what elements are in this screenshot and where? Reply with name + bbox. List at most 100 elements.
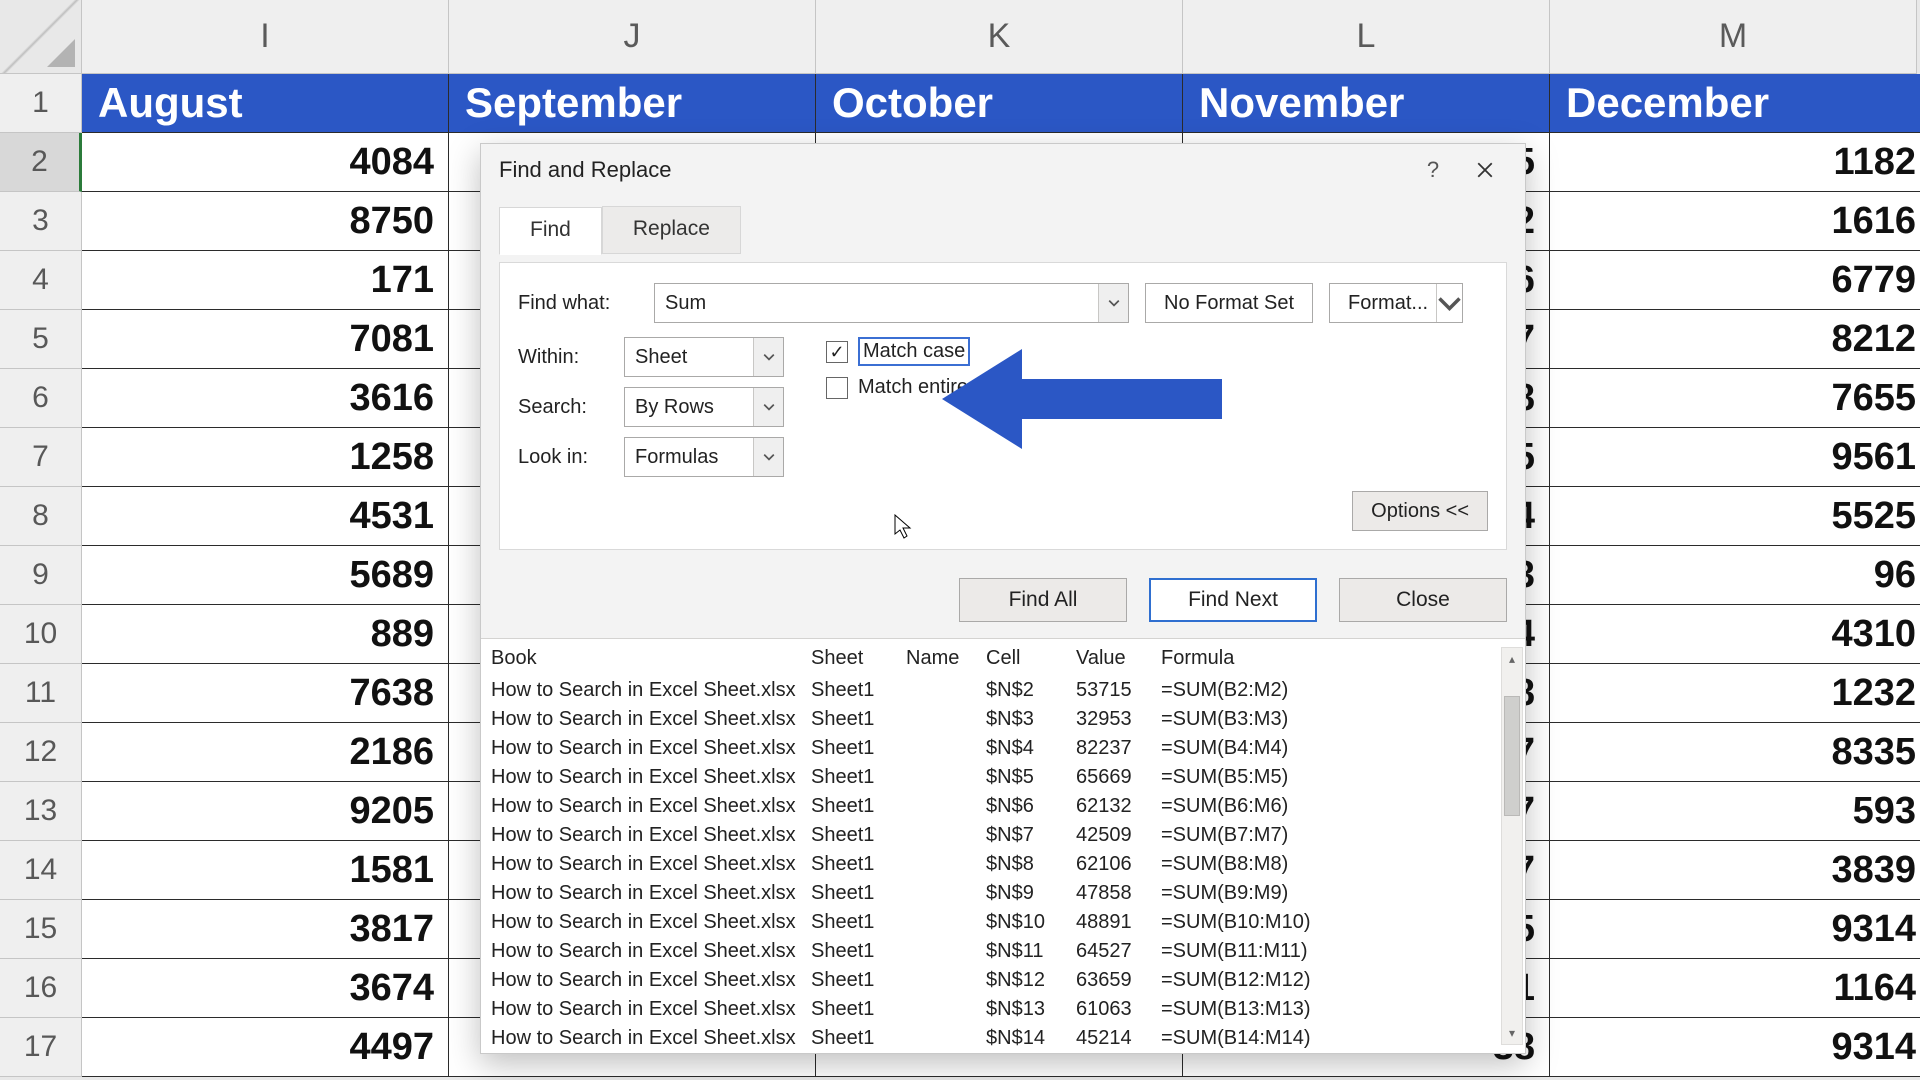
cell-M4[interactable]: 6779 bbox=[1550, 251, 1920, 310]
find-next-button[interactable]: Find Next bbox=[1149, 578, 1317, 622]
result-row[interactable]: How to Search in Excel Sheet.xlsxSheet1$… bbox=[481, 734, 1525, 763]
result-row[interactable]: How to Search in Excel Sheet.xlsxSheet1$… bbox=[481, 763, 1525, 792]
cell-I17[interactable]: 4497 bbox=[82, 1018, 449, 1077]
result-row[interactable]: How to Search in Excel Sheet.xlsxSheet1$… bbox=[481, 850, 1525, 879]
result-row[interactable]: How to Search in Excel Sheet.xlsxSheet1$… bbox=[481, 705, 1525, 734]
select-all-corner[interactable] bbox=[0, 0, 82, 74]
cell-M2[interactable]: 1182 bbox=[1550, 133, 1920, 192]
cell-I13[interactable]: 9205 bbox=[82, 782, 449, 841]
cell-I15[interactable]: 3817 bbox=[82, 900, 449, 959]
close-button[interactable]: Close bbox=[1339, 578, 1507, 622]
col-sheet[interactable]: Sheet bbox=[811, 647, 906, 670]
col-header-I[interactable]: I bbox=[82, 0, 449, 74]
format-button[interactable]: Format... bbox=[1329, 283, 1463, 323]
cell-I1[interactable]: August bbox=[82, 74, 449, 133]
chevron-down-icon[interactable] bbox=[753, 338, 783, 376]
row-number-13[interactable]: 13 bbox=[0, 782, 82, 841]
cell-M8[interactable]: 5525 bbox=[1550, 487, 1920, 546]
row-number-6[interactable]: 6 bbox=[0, 369, 82, 428]
cell-I10[interactable]: 889 bbox=[82, 605, 449, 664]
row-number-9[interactable]: 9 bbox=[0, 546, 82, 605]
cell-K1[interactable]: October bbox=[816, 74, 1183, 133]
result-row[interactable]: How to Search in Excel Sheet.xlsxSheet1$… bbox=[481, 1024, 1525, 1053]
match-entire-checkbox[interactable]: Match entire cell co nts bbox=[826, 376, 1063, 399]
cell-I9[interactable]: 5689 bbox=[82, 546, 449, 605]
cell-M5[interactable]: 8212 bbox=[1550, 310, 1920, 369]
row-number-15[interactable]: 15 bbox=[0, 900, 82, 959]
result-row[interactable]: How to Search in Excel Sheet.xlsxSheet1$… bbox=[481, 908, 1525, 937]
cell-M12[interactable]: 8335 bbox=[1550, 723, 1920, 782]
cell-I11[interactable]: 7638 bbox=[82, 664, 449, 723]
cell-M17[interactable]: 9314 bbox=[1550, 1018, 1920, 1077]
row-number-8[interactable]: 8 bbox=[0, 487, 82, 546]
cell-I12[interactable]: 2186 bbox=[82, 723, 449, 782]
close-icon[interactable] bbox=[1459, 150, 1511, 190]
row-number-7[interactable]: 7 bbox=[0, 428, 82, 487]
row-number-10[interactable]: 10 bbox=[0, 605, 82, 664]
cell-M10[interactable]: 4310 bbox=[1550, 605, 1920, 664]
chevron-down-icon[interactable] bbox=[753, 388, 783, 426]
row-number-1[interactable]: 1 bbox=[0, 74, 82, 133]
result-row[interactable]: How to Search in Excel Sheet.xlsxSheet1$… bbox=[481, 792, 1525, 821]
cell-I7[interactable]: 1258 bbox=[82, 428, 449, 487]
lookin-select[interactable]: Formulas bbox=[624, 437, 784, 477]
cell-I8[interactable]: 4531 bbox=[82, 487, 449, 546]
row-number-17[interactable]: 17 bbox=[0, 1018, 82, 1077]
col-value[interactable]: Value bbox=[1076, 647, 1161, 670]
scroll-up-icon[interactable]: ▴ bbox=[1502, 648, 1522, 670]
row-number-2[interactable]: 2 bbox=[0, 133, 82, 192]
chevron-down-icon[interactable] bbox=[1436, 284, 1462, 322]
chevron-down-icon[interactable] bbox=[753, 438, 783, 476]
col-header-K[interactable]: K bbox=[816, 0, 1183, 74]
result-row[interactable]: How to Search in Excel Sheet.xlsxSheet1$… bbox=[481, 995, 1525, 1024]
tab-find[interactable]: Find bbox=[499, 207, 602, 255]
result-row[interactable]: How to Search in Excel Sheet.xlsxSheet1$… bbox=[481, 879, 1525, 908]
cell-I14[interactable]: 1581 bbox=[82, 841, 449, 900]
cell-M13[interactable]: 593 bbox=[1550, 782, 1920, 841]
cell-I2[interactable]: 4084 bbox=[82, 133, 449, 192]
cell-I16[interactable]: 3674 bbox=[82, 959, 449, 1018]
col-book[interactable]: Book bbox=[491, 647, 811, 670]
col-header-L[interactable]: L bbox=[1183, 0, 1550, 74]
cell-M3[interactable]: 1616 bbox=[1550, 192, 1920, 251]
no-format-set-button[interactable]: No Format Set bbox=[1145, 283, 1313, 323]
chevron-down-icon[interactable] bbox=[1098, 284, 1128, 322]
row-number-4[interactable]: 4 bbox=[0, 251, 82, 310]
col-header-J[interactable]: J bbox=[449, 0, 816, 74]
result-row[interactable]: How to Search in Excel Sheet.xlsxSheet1$… bbox=[481, 676, 1525, 705]
row-number-3[interactable]: 3 bbox=[0, 192, 82, 251]
cell-J1[interactable]: September bbox=[449, 74, 816, 133]
result-row[interactable]: How to Search in Excel Sheet.xlsxSheet1$… bbox=[481, 966, 1525, 995]
col-cell[interactable]: Cell bbox=[986, 647, 1076, 670]
options-button[interactable]: Options << bbox=[1352, 491, 1488, 531]
help-button[interactable]: ? bbox=[1407, 150, 1459, 190]
search-select[interactable]: By Rows bbox=[624, 387, 784, 427]
row-number-16[interactable]: 16 bbox=[0, 959, 82, 1018]
cell-M16[interactable]: 1164 bbox=[1550, 959, 1920, 1018]
find-all-button[interactable]: Find All bbox=[959, 578, 1127, 622]
result-row[interactable]: How to Search in Excel Sheet.xlsxSheet1$… bbox=[481, 937, 1525, 966]
cell-L1[interactable]: November bbox=[1183, 74, 1550, 133]
cell-I5[interactable]: 7081 bbox=[82, 310, 449, 369]
cell-I3[interactable]: 8750 bbox=[82, 192, 449, 251]
tab-replace[interactable]: Replace bbox=[602, 206, 741, 254]
dialog-titlebar[interactable]: Find and Replace ? bbox=[481, 144, 1525, 196]
row-number-14[interactable]: 14 bbox=[0, 841, 82, 900]
cell-I6[interactable]: 3616 bbox=[82, 369, 449, 428]
match-case-checkbox[interactable]: Match case bbox=[826, 337, 1063, 366]
cell-M14[interactable]: 3839 bbox=[1550, 841, 1920, 900]
result-row[interactable]: How to Search in Excel Sheet.xlsxSheet1$… bbox=[481, 821, 1525, 850]
within-select[interactable]: Sheet bbox=[624, 337, 784, 377]
cell-M7[interactable]: 9561 bbox=[1550, 428, 1920, 487]
cell-M1[interactable]: December bbox=[1550, 74, 1920, 133]
col-name[interactable]: Name bbox=[906, 647, 986, 670]
scroll-down-icon[interactable]: ▾ bbox=[1502, 1022, 1522, 1044]
col-header-M[interactable]: M bbox=[1550, 0, 1917, 74]
cell-I4[interactable]: 171 bbox=[82, 251, 449, 310]
results-scrollbar[interactable]: ▴ ▾ bbox=[1501, 647, 1523, 1045]
find-what-input[interactable]: Sum bbox=[654, 283, 1129, 323]
row-number-5[interactable]: 5 bbox=[0, 310, 82, 369]
cell-M11[interactable]: 1232 bbox=[1550, 664, 1920, 723]
cell-M15[interactable]: 9314 bbox=[1550, 900, 1920, 959]
row-number-12[interactable]: 12 bbox=[0, 723, 82, 782]
